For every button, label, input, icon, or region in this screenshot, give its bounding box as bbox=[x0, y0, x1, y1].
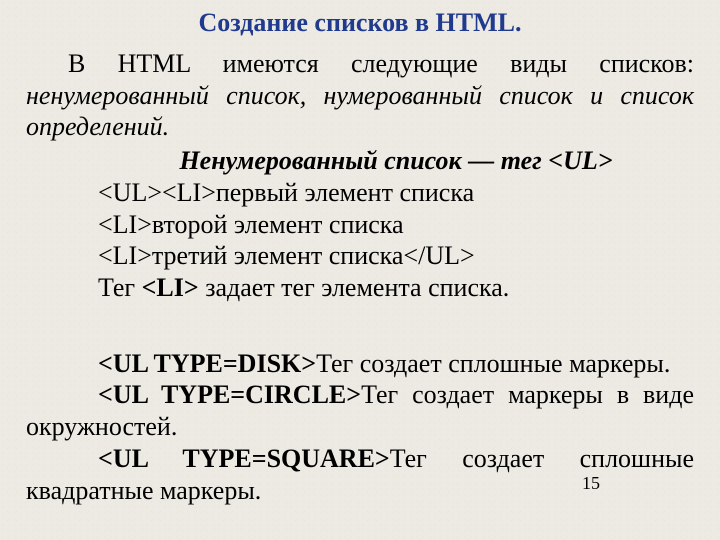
code-line-1: <UL><LI>первый элемент списка bbox=[98, 177, 694, 209]
code-line-3: <LI>третий элемент списка</UL> bbox=[98, 240, 694, 272]
li-tag-bold: <LI> bbox=[142, 273, 199, 302]
body-text: В HTML имеются следующие виды списков: н… bbox=[26, 48, 694, 506]
intro-paragraph: В HTML имеются следующие виды списков: н… bbox=[26, 48, 694, 143]
disk-text: Тег создает сплошные маркеры. bbox=[316, 349, 670, 378]
spacer bbox=[26, 330, 694, 348]
page-title: Создание списков в HTML. bbox=[26, 8, 694, 38]
square-tag-bold: <UL TYPE=SQUARE> bbox=[98, 444, 390, 473]
li-desc-pre: Тег bbox=[98, 273, 142, 302]
disk-tag-bold: <UL TYPE=DISK> bbox=[98, 349, 316, 378]
circle-tag-bold: <UL TYPE=CIRCLE> bbox=[98, 380, 361, 409]
code-line-2: <LI>второй элемент списка bbox=[98, 209, 694, 241]
intro-plain: В HTML имеются следующие виды списков: bbox=[68, 49, 694, 78]
disk-paragraph: <UL TYPE=DISK>Тег создает сплошные марке… bbox=[26, 348, 694, 380]
intro-italic: ненумерованный список, нумерованный спис… bbox=[26, 81, 694, 142]
code-example: <UL><LI>первый элемент списка <LI>второй… bbox=[98, 177, 694, 272]
section-subhead: Ненумерованный список — тег <UL> bbox=[26, 145, 694, 177]
page-number: 15 bbox=[582, 473, 600, 494]
li-desc-post: задает тег элемента списка. bbox=[199, 273, 510, 302]
circle-paragraph: <UL TYPE=CIRCLE>Тег создает маркеры в ви… bbox=[26, 379, 694, 442]
li-tag-description: Тег <LI> задает тег элемента списка. bbox=[98, 272, 694, 304]
document-page: Создание списков в HTML. В HTML имеются … bbox=[0, 0, 720, 506]
